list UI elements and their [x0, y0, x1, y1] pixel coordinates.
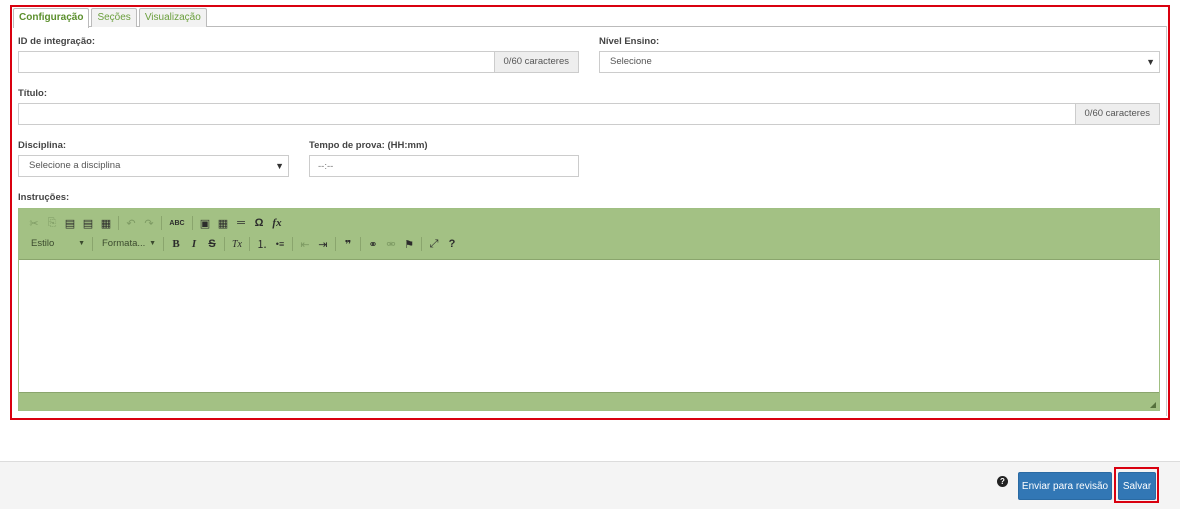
anchor-flag-icon[interactable]: ⚑ — [400, 235, 418, 253]
subject-select[interactable]: Selecione a disciplina ▼ — [18, 155, 289, 177]
paste-icon[interactable]: ▤ — [61, 214, 79, 232]
caret-down-icon: ▼ — [149, 240, 156, 247]
toolbar-separator — [360, 237, 361, 251]
strikethrough-icon[interactable]: S — [203, 235, 221, 253]
exam-time-input[interactable] — [309, 155, 579, 177]
format-combo-label: Formata... — [102, 238, 146, 249]
toolbar-separator — [224, 237, 225, 251]
editor-help-icon[interactable]: ? — [443, 235, 461, 253]
numbered-list-icon[interactable]: ⒈ — [253, 235, 271, 253]
paste-text-icon[interactable]: ▤ — [79, 214, 97, 232]
caret-down-icon: ▼ — [1146, 57, 1155, 67]
exam-time-label: Tempo de prova: (HH:mm) — [309, 140, 428, 151]
maximize-icon[interactable]: ⤢ — [425, 235, 443, 253]
subject-label: Disciplina: — [18, 140, 67, 151]
subject-value: Selecione a disciplina — [29, 160, 121, 171]
title-input[interactable] — [18, 103, 1075, 125]
tab-configuracao[interactable]: Configuração — [13, 8, 90, 28]
undo-icon[interactable]: ↶ — [122, 214, 140, 232]
tab-bar: Configuração Seções Visualização — [13, 8, 209, 28]
save-button[interactable]: Salvar — [1118, 472, 1156, 500]
tab-visualizacao[interactable]: Visualização — [138, 8, 207, 27]
toolbar-separator — [118, 216, 119, 230]
remove-format-icon[interactable]: Tx — [228, 235, 246, 253]
resize-handle-icon[interactable] — [1150, 402, 1156, 408]
education-level-select[interactable]: Selecione ▼ — [599, 51, 1160, 73]
toolbar-separator — [92, 237, 93, 251]
image-icon[interactable]: ▣ — [196, 214, 214, 232]
style-combo[interactable]: Estilo ▼ — [25, 236, 89, 252]
toolbar-separator — [249, 237, 250, 251]
toolbar-separator — [335, 237, 336, 251]
outdent-icon[interactable]: ⇤ — [296, 235, 314, 253]
tab-secoes[interactable]: Seções — [91, 8, 137, 27]
toolbar-row-2: Estilo ▼ Formata... ▼ B I S Tx ⒈ •≡ ⇤ ⇥ ❞ … — [25, 235, 461, 253]
integration-id-input[interactable] — [18, 51, 494, 73]
education-level-label: Nível Ensino: — [599, 36, 660, 47]
toolbar-separator — [192, 216, 193, 230]
special-char-icon[interactable]: Ω — [250, 214, 268, 232]
editor-status-bar — [19, 392, 1159, 410]
toolbar-separator — [161, 216, 162, 230]
toolbar-separator — [292, 237, 293, 251]
instructions-label: Instruções: — [18, 192, 70, 203]
redo-icon[interactable]: ↷ — [140, 214, 158, 232]
link-icon[interactable]: ⚭ — [364, 235, 382, 253]
rich-text-editor: ✂ ⎘ ▤ ▤ ▦ ↶ ↷ ABC ▣ ▦ ═ Ω fx Estilo ▼ For… — [18, 208, 1160, 411]
editor-content-area[interactable] — [19, 259, 1159, 392]
format-combo[interactable]: Formata... ▼ — [96, 236, 160, 252]
paste-word-icon[interactable]: ▦ — [97, 214, 115, 232]
title-counter: 0/60 caracteres — [1074, 103, 1160, 125]
spellcheck-icon[interactable]: ABC — [165, 214, 189, 232]
horizontal-line-icon[interactable]: ═ — [232, 214, 250, 232]
table-icon[interactable]: ▦ — [214, 214, 232, 232]
formula-icon[interactable]: fx — [268, 214, 286, 232]
question-circle-icon[interactable]: ? — [997, 476, 1008, 487]
send-for-review-button[interactable]: Enviar para revisão — [1018, 472, 1112, 500]
copy-icon[interactable]: ⎘ — [43, 214, 61, 232]
title-group: 0/60 caracteres — [18, 103, 1160, 125]
indent-icon[interactable]: ⇥ — [314, 235, 332, 253]
integration-id-label: ID de integração: — [18, 36, 96, 47]
title-label: Título: — [18, 88, 48, 99]
education-level-value: Selecione — [610, 56, 652, 67]
unlink-icon[interactable]: ⚮ — [382, 235, 400, 253]
toolbar-separator — [421, 237, 422, 251]
cut-icon[interactable]: ✂ — [25, 214, 43, 232]
toolbar-separator — [163, 237, 164, 251]
style-combo-label: Estilo — [31, 238, 55, 249]
caret-down-icon: ▼ — [275, 161, 284, 171]
bold-icon[interactable]: B — [167, 235, 185, 253]
editor-toolbar: ✂ ⎘ ▤ ▤ ▦ ↶ ↷ ABC ▣ ▦ ═ Ω fx Estilo ▼ For… — [19, 209, 1159, 259]
integration-id-counter: 0/60 caracteres — [493, 51, 579, 73]
integration-id-group: 0/60 caracteres — [18, 51, 579, 73]
blockquote-icon[interactable]: ❞ — [339, 235, 357, 253]
bulleted-list-icon[interactable]: •≡ — [271, 235, 289, 253]
italic-icon[interactable]: I — [185, 235, 203, 253]
caret-down-icon: ▼ — [78, 240, 85, 247]
toolbar-row-1: ✂ ⎘ ▤ ▤ ▦ ↶ ↷ ABC ▣ ▦ ═ Ω fx — [25, 214, 286, 232]
